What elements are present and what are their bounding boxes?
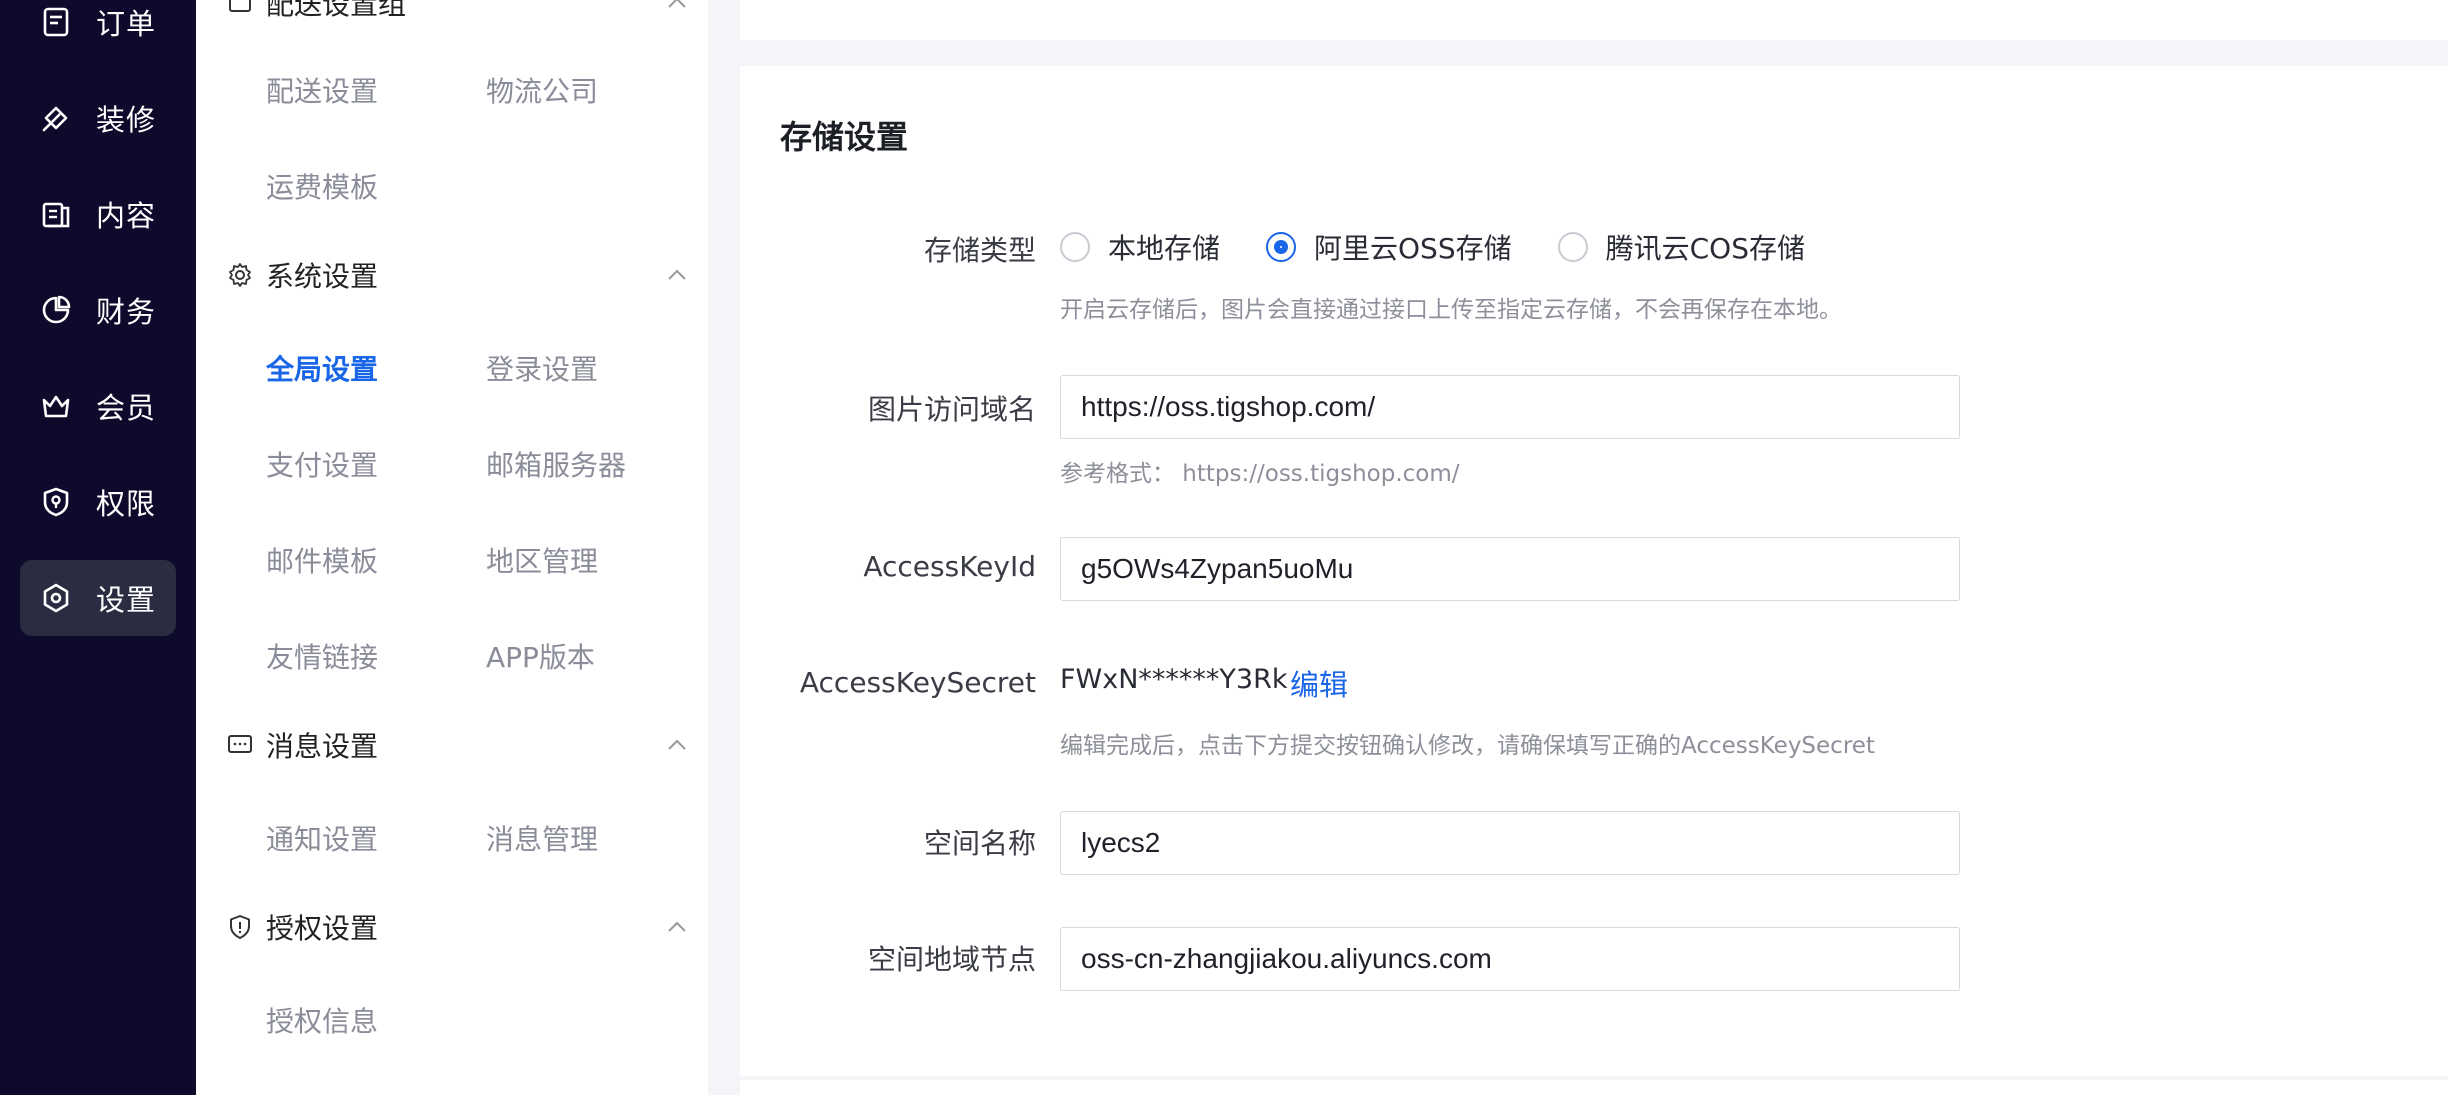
submenu-link-region-manage[interactable]: 地区管理 bbox=[486, 540, 598, 580]
rail-item-label: 设置 bbox=[96, 583, 157, 617]
chevron-up-icon bbox=[664, 0, 690, 16]
rail-item-settings[interactable]: 设置 bbox=[20, 560, 176, 636]
radio-circle[interactable] bbox=[1060, 232, 1090, 262]
chevron-up-icon bbox=[664, 732, 690, 758]
storage-type-radio-group: 本地存储 阿里云OSS存储 腾讯云COS存储 bbox=[1060, 227, 1851, 267]
bucket-name-input[interactable]: lyecs2 bbox=[1060, 811, 1960, 875]
submenu-group-label: 配送设置组 bbox=[266, 0, 407, 21]
radio-aliyun-oss[interactable]: 阿里云OSS存储 bbox=[1266, 227, 1512, 267]
settings-submenu: 配送设置组 配送设置 物流公司 运费模板 系统设置 全局设置 登录设置 支付设置… bbox=[196, 0, 708, 1095]
access-key-secret-hint: 编辑完成后，点击下方提交按钮确认修改，请确保填写正确的AccessKeySecr… bbox=[1060, 733, 1875, 759]
access-key-id-input[interactable]: g5OWs4Zypan5uoMu bbox=[1060, 537, 1960, 601]
rail-item-orders[interactable]: 订单 bbox=[20, 0, 176, 60]
submenu-group-system[interactable]: 系统设置 bbox=[196, 250, 708, 300]
rail-item-content[interactable]: 内容 bbox=[20, 176, 176, 252]
input-value: oss-cn-zhangjiakou.aliyuncs.com bbox=[1081, 943, 1492, 974]
rail-item-decorate[interactable]: 装修 bbox=[20, 80, 176, 156]
access-key-secret-value: FWxN******Y3Rk bbox=[1060, 664, 1288, 695]
submenu-link-delivery-settings[interactable]: 配送设置 bbox=[266, 70, 378, 110]
submenu-group-label: 消息设置 bbox=[266, 730, 379, 763]
submenu-group-label: 授权设置 bbox=[266, 912, 379, 945]
submenu-link-friend-links[interactable]: 友情链接 bbox=[266, 636, 378, 676]
submenu-link-logistics[interactable]: 物流公司 bbox=[486, 70, 598, 110]
image-domain-hint: 参考格式： https://oss.tigshop.com/ bbox=[1060, 461, 1460, 487]
edit-secret-link[interactable]: 编辑 bbox=[1290, 662, 1348, 704]
order-icon bbox=[38, 4, 74, 40]
submenu-link-message-manage[interactable]: 消息管理 bbox=[486, 818, 598, 858]
storage-type-label: 存储类型 bbox=[923, 234, 1036, 267]
rail-item-label: 会员 bbox=[96, 391, 157, 425]
radio-label: 本地存储 bbox=[1108, 232, 1221, 265]
image-domain-label: 图片访问域名 bbox=[867, 393, 1036, 426]
image-domain-input[interactable]: https://oss.tigshop.com/ bbox=[1060, 375, 1960, 439]
content-icon bbox=[38, 196, 74, 232]
access-key-id-label: AccessKeyId bbox=[863, 550, 1036, 583]
previous-card bbox=[740, 0, 2448, 40]
rail-item-label: 装修 bbox=[96, 103, 157, 137]
rail-item-label: 权限 bbox=[96, 487, 157, 521]
submenu-group-label: 系统设置 bbox=[266, 260, 379, 293]
rail-item-label: 订单 bbox=[96, 7, 157, 41]
rail-item-member[interactable]: 会员 bbox=[20, 368, 176, 444]
rail-item-label: 内容 bbox=[96, 199, 157, 233]
radio-circle[interactable] bbox=[1557, 232, 1588, 262]
permission-icon bbox=[38, 484, 74, 520]
input-value: g5OWs4Zypan5uoMu bbox=[1081, 553, 1354, 584]
submenu-link-app-version[interactable]: APP版本 bbox=[486, 636, 595, 676]
radio-local-storage[interactable]: 本地存储 bbox=[1060, 227, 1220, 267]
submenu-group-auth[interactable]: 授权设置 bbox=[196, 902, 708, 952]
radio-circle[interactable] bbox=[1266, 232, 1297, 262]
submenu-link-shipping-template[interactable]: 运费模板 bbox=[266, 166, 378, 206]
main-sidebar: 订单 装修 内容 财务 会员 权限 设置 bbox=[0, 0, 196, 1095]
chevron-up-icon bbox=[664, 914, 690, 940]
message-icon bbox=[226, 731, 254, 759]
submenu-link-notify-settings[interactable]: 通知设置 bbox=[266, 818, 378, 858]
input-value: lyecs2 bbox=[1081, 827, 1161, 858]
rail-item-permission[interactable]: 权限 bbox=[20, 464, 176, 540]
rail-item-finance[interactable]: 财务 bbox=[20, 272, 176, 348]
submenu-link-mail-template[interactable]: 邮件模板 bbox=[266, 540, 378, 580]
gear-icon bbox=[226, 261, 254, 289]
chevron-up-icon bbox=[664, 262, 690, 288]
storage-type-hint: 开启云存储后，图片会直接通过接口上传至指定云存储，不会再保存在本地。 bbox=[1060, 297, 1842, 323]
section-title: 存储设置 bbox=[780, 118, 909, 156]
submenu-link-login-settings[interactable]: 登录设置 bbox=[486, 348, 598, 388]
submenu-link-mail-server[interactable]: 邮箱服务器 bbox=[486, 444, 626, 484]
submenu-link-global-settings[interactable]: 全局设置 bbox=[266, 348, 378, 388]
next-card bbox=[740, 1080, 2448, 1095]
input-value: https://oss.tigshop.com/ bbox=[1081, 391, 1376, 422]
rail-item-label: 财务 bbox=[96, 295, 157, 329]
bucket-name-label: 空间名称 bbox=[923, 827, 1036, 860]
radio-label: 阿里云OSS存储 bbox=[1314, 232, 1512, 265]
submenu-group-message[interactable]: 消息设置 bbox=[196, 720, 708, 770]
radio-tencent-cos[interactable]: 腾讯云COS存储 bbox=[1557, 227, 1805, 267]
submenu-link-auth-info[interactable]: 授权信息 bbox=[266, 1000, 378, 1040]
member-icon bbox=[38, 388, 74, 424]
decorate-icon bbox=[38, 100, 74, 136]
settings-icon bbox=[38, 580, 74, 616]
delivery-icon bbox=[226, 0, 254, 17]
access-key-secret-label: AccessKeySecret bbox=[799, 666, 1036, 699]
endpoint-input[interactable]: oss-cn-zhangjiakou.aliyuncs.com bbox=[1060, 927, 1960, 991]
endpoint-label: 空间地域节点 bbox=[867, 943, 1036, 976]
shield-icon bbox=[226, 913, 254, 941]
submenu-link-payment-settings[interactable]: 支付设置 bbox=[266, 444, 378, 484]
submenu-group-delivery[interactable]: 配送设置组 bbox=[196, 0, 708, 28]
finance-icon bbox=[38, 292, 74, 328]
radio-label: 腾讯云COS存储 bbox=[1605, 232, 1805, 265]
